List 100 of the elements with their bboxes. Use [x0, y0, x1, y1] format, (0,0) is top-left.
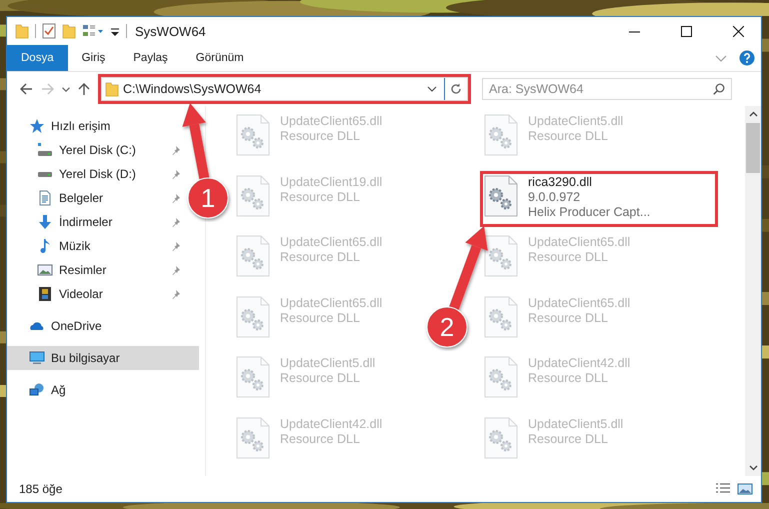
- window-title: SysWOW64: [135, 24, 206, 38]
- file-detail: Resource DLL: [528, 432, 609, 446]
- file-detail: Resource DLL: [280, 310, 361, 326]
- file-detail: 9.0.0.972: [528, 190, 582, 204]
- large-icons-view-icon[interactable]: [737, 482, 753, 496]
- folder-icon: [105, 81, 119, 97]
- file-detail: Resource DLL: [280, 250, 361, 265]
- nav-item[interactable]: Yerel Disk (D:): [7, 162, 189, 186]
- gear-file-icon: [236, 174, 270, 216]
- download-icon: [37, 214, 53, 230]
- file-name: UpdateClient65.dll: [528, 235, 630, 250]
- item-count: 185 öğe: [19, 482, 62, 496]
- file-item[interactable]: rica3290.dll 9.0.0.972 Helix Producer Capt...: [480, 170, 718, 226]
- nav-label: Resimler: [59, 263, 108, 277]
- gear-file-icon: [236, 296, 270, 338]
- nav-item[interactable]: Resimler: [7, 258, 189, 282]
- drive-icon: [37, 142, 53, 158]
- close-icon[interactable]: [732, 26, 744, 36]
- file-name: UpdateClient65.dll: [528, 296, 630, 310]
- address-field[interactable]: C:\Windows\SysWOW64: [101, 77, 468, 101]
- pin-icon[interactable]: [171, 193, 181, 203]
- nav-item[interactable]: Belgeler: [7, 186, 189, 210]
- nav-label: Hızlı erişim: [51, 119, 112, 133]
- ribbon-tab[interactable]: Görünüm: [182, 45, 258, 71]
- properties-icon[interactable]: [42, 23, 56, 39]
- gear-file-icon: [484, 356, 518, 398]
- pin-icon[interactable]: [171, 145, 181, 155]
- search-icon[interactable]: [713, 83, 725, 95]
- star-icon: [29, 118, 45, 134]
- up-icon[interactable]: [77, 82, 91, 96]
- search-field[interactable]: Ara: SysWOW64: [482, 78, 732, 100]
- gear-file-icon: [236, 416, 270, 458]
- gear-file-icon: [236, 235, 270, 277]
- pin-icon[interactable]: [171, 289, 181, 299]
- file-detail: Resource DLL: [280, 190, 361, 204]
- gear-file-icon: [484, 114, 518, 156]
- file-detail: Resource DLL: [528, 310, 609, 326]
- nav-item[interactable]: Ağ: [7, 378, 189, 402]
- address-path: C:\Windows\SysWOW64: [123, 82, 262, 96]
- view-icon[interactable]: [82, 23, 104, 39]
- nav-item[interactable]: Müzik: [7, 234, 189, 258]
- maximize-icon[interactable]: [680, 26, 692, 36]
- file-name: UpdateClient5.dll: [528, 114, 624, 129]
- file-name: rica3290.dll: [528, 174, 593, 190]
- nav-label: OneDrive: [51, 319, 103, 333]
- pin-icon[interactable]: [171, 241, 181, 251]
- file-name: UpdateClient42.dll: [280, 416, 382, 432]
- nav-item[interactable]: Yerel Disk (C:): [7, 138, 189, 162]
- file-detail: Resource DLL: [528, 129, 609, 144]
- file-detail: Resource DLL: [280, 129, 361, 144]
- scroll-down-icon[interactable]: [748, 463, 758, 472]
- gear-file-icon: [484, 174, 518, 216]
- nav-item[interactable]: Videolar: [7, 282, 189, 306]
- file-name: UpdateClient19.dll: [280, 174, 382, 190]
- nav-label: Yerel Disk (D:): [59, 167, 137, 181]
- step-badge: 2: [426, 306, 468, 348]
- film-icon: [37, 286, 53, 302]
- nav-label: Yerel Disk (C:): [59, 143, 137, 157]
- back-icon[interactable]: [19, 82, 33, 96]
- ribbon-tab[interactable]: Dosya: [7, 45, 68, 71]
- file-name: UpdateClient42.dll: [528, 356, 630, 371]
- nav-item[interactable]: Bu bilgisayar: [7, 346, 199, 370]
- file-name: UpdateClient65.dll: [280, 235, 382, 250]
- picture-icon: [37, 262, 53, 278]
- file-detail: Resource DLL: [528, 250, 609, 265]
- document-icon: [37, 190, 53, 206]
- file-name: UpdateClient5.dll: [280, 356, 376, 371]
- nav-item[interactable]: İndirmeler: [7, 210, 189, 234]
- file-detail: Helix Producer Capt...: [528, 204, 650, 220]
- gear-file-icon: [484, 416, 518, 458]
- network-icon: [29, 382, 45, 398]
- nav-item[interactable]: Hızlı erişim: [7, 114, 189, 138]
- gear-file-icon: [484, 235, 518, 277]
- nav-label: Ağ: [51, 383, 67, 397]
- computer-icon: [29, 350, 45, 366]
- step-badge: 1: [188, 178, 228, 218]
- file-name: UpdateClient5.dll: [528, 416, 624, 432]
- recent-locations-icon[interactable]: [62, 86, 70, 92]
- gear-file-icon: [236, 114, 270, 156]
- nav-label: Belgeler: [59, 191, 104, 205]
- scroll-up-icon[interactable]: [748, 110, 758, 119]
- nav-label: Müzik: [59, 239, 92, 253]
- file-detail: Resource DLL: [280, 432, 361, 446]
- ribbon-tab[interactable]: Giriş: [68, 45, 120, 71]
- pin-icon[interactable]: [171, 169, 181, 179]
- pin-icon[interactable]: [171, 217, 181, 227]
- help-icon[interactable]: [739, 50, 755, 66]
- drive-icon: [37, 170, 53, 178]
- nav-item[interactable]: OneDrive: [7, 314, 189, 338]
- folder-icon: [15, 23, 29, 39]
- scroll-thumb[interactable]: [746, 123, 760, 173]
- ribbon-tab[interactable]: Paylaş: [119, 45, 182, 71]
- gear-file-icon: [484, 296, 518, 338]
- scrollbar[interactable]: [745, 106, 761, 476]
- pin-icon[interactable]: [171, 265, 181, 275]
- nav-label: Bu bilgisayar: [51, 351, 121, 365]
- refresh-icon[interactable]: [450, 83, 462, 95]
- nav-label: Videolar: [59, 287, 104, 301]
- file-detail: Resource DLL: [280, 371, 361, 386]
- file-name: UpdateClient65.dll: [280, 296, 382, 310]
